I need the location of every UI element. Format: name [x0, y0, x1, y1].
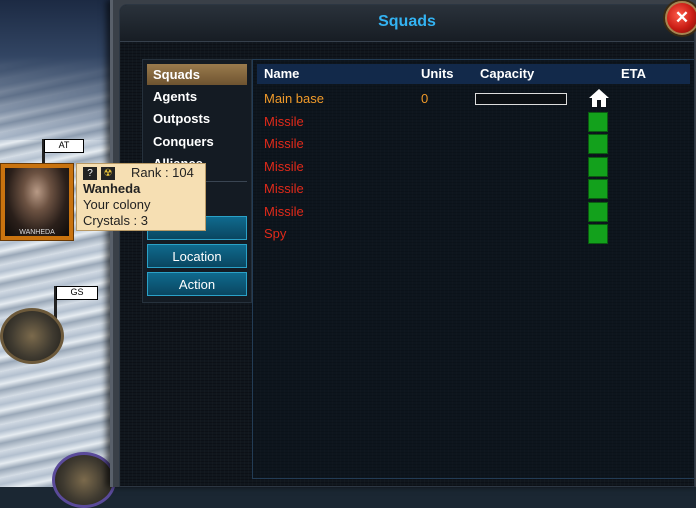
- column-header-eta[interactable]: ETA: [621, 64, 646, 84]
- avatar[interactable]: WANHEDA: [0, 163, 74, 241]
- green-status-icon: [588, 157, 608, 177]
- green-status-icon: [588, 179, 608, 199]
- capacity-bar: [475, 93, 567, 105]
- table-row[interactable]: Missile: [257, 111, 690, 133]
- column-header-units[interactable]: Units: [421, 64, 454, 84]
- green-status-icon: [588, 112, 608, 132]
- window-body: Squads Squads Agents Outposts Conquers A…: [119, 4, 695, 487]
- player-name: Wanheda: [83, 181, 141, 196]
- table-row[interactable]: Missile: [257, 156, 690, 178]
- green-status-icon: [588, 202, 608, 222]
- squad-units: 0: [421, 91, 429, 106]
- menu-item-conquers[interactable]: Conquers: [147, 131, 247, 152]
- avatar-caption: WANHEDA: [19, 229, 55, 236]
- home-icon: [588, 88, 610, 110]
- map-base-structure[interactable]: [52, 452, 116, 508]
- player-rank: Rank : 104: [131, 165, 194, 180]
- squad-name[interactable]: Missile: [264, 111, 304, 133]
- close-button[interactable]: ✕: [665, 1, 696, 35]
- squads-window: Squads Squads Agents Outposts Conquers A…: [110, 0, 696, 487]
- table-row[interactable]: Missile: [257, 201, 690, 223]
- player-colony: Your colony: [83, 197, 151, 212]
- table-row[interactable]: Spy: [257, 223, 690, 245]
- map-sky-area: [0, 0, 120, 140]
- player-crystals: Crystals : 3: [83, 213, 149, 228]
- player-info-card: ? ☢ Rank : 104 Wanheda Your colony Cryst…: [76, 163, 206, 231]
- green-status-icon: [588, 134, 608, 154]
- menu-item-agents[interactable]: Agents: [147, 86, 247, 107]
- squad-name[interactable]: Main base: [264, 88, 324, 110]
- menu-item-squads[interactable]: Squads: [147, 64, 247, 85]
- help-icon[interactable]: ?: [83, 167, 97, 180]
- squads-table: Name Units Capacity ETA Main base 0 Miss…: [252, 59, 694, 479]
- radiation-icon: ☢: [101, 167, 115, 180]
- title-bar: Squads: [120, 5, 694, 42]
- squad-name[interactable]: Missile: [264, 201, 304, 223]
- table-header: Name Units Capacity ETA: [257, 64, 690, 84]
- action-button[interactable]: Action: [147, 272, 247, 296]
- column-header-name[interactable]: Name: [264, 64, 299, 84]
- menu-item-outposts[interactable]: Outposts: [147, 108, 247, 129]
- window-title: Squads: [378, 13, 436, 30]
- squad-name[interactable]: Missile: [264, 156, 304, 178]
- close-icon: ✕: [674, 8, 690, 27]
- table-row[interactable]: Missile: [257, 133, 690, 155]
- location-button[interactable]: Location: [147, 244, 247, 268]
- player-popup[interactable]: WANHEDA ? ☢ Rank : 104 Wanheda Your colo…: [0, 163, 206, 243]
- squad-name[interactable]: Missile: [264, 133, 304, 155]
- map-base-structure[interactable]: [0, 308, 64, 364]
- avatar-portrait: [5, 168, 69, 236]
- map-flag-gs[interactable]: GS: [56, 286, 98, 300]
- map-flag-at[interactable]: AT: [44, 139, 84, 153]
- column-header-capacity[interactable]: Capacity: [480, 64, 534, 84]
- table-row[interactable]: Main base 0: [257, 88, 690, 110]
- table-row[interactable]: Missile: [257, 178, 690, 200]
- squad-name[interactable]: Spy: [264, 223, 286, 245]
- green-status-icon: [588, 224, 608, 244]
- squad-name[interactable]: Missile: [264, 178, 304, 200]
